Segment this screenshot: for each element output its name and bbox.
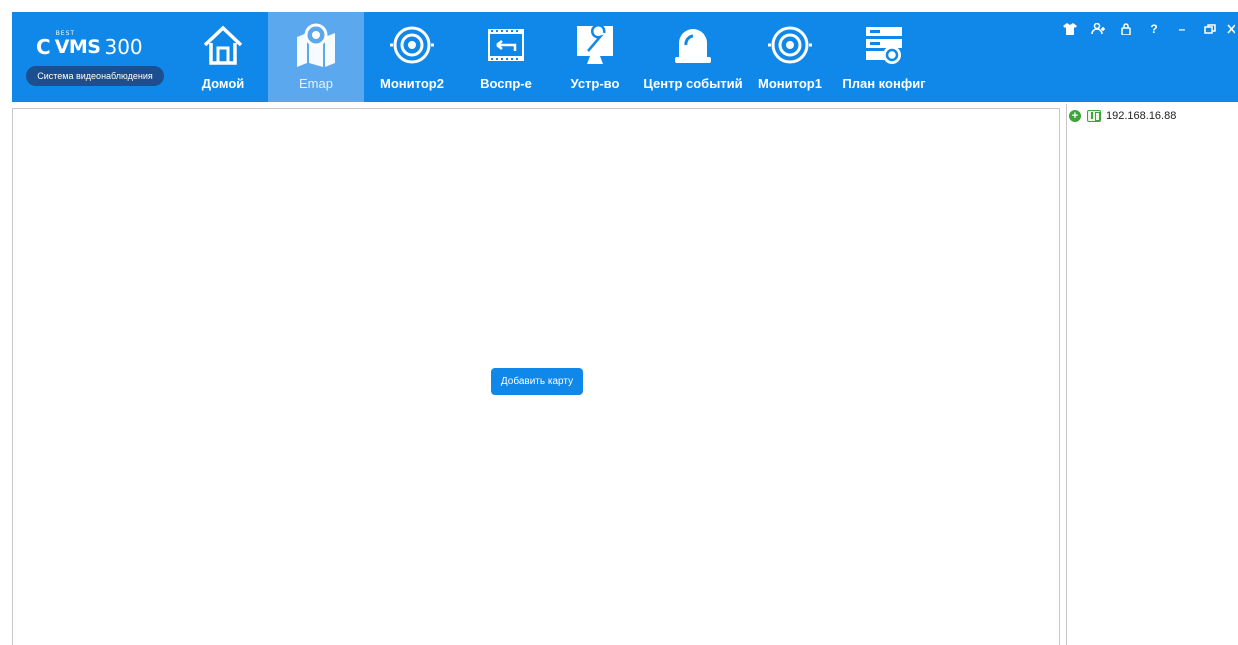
main-nav: Домой Emap Монитор2 Воспр-е Устр-во Цент… [178, 12, 936, 102]
emap-canvas[interactable]: Добавить карту [12, 108, 1060, 645]
top-toolbar: C BEST VMS 300 Система видеонаблюдения Д… [12, 12, 1238, 102]
restore-icon[interactable] [1196, 18, 1224, 40]
nav-item-monitor2[interactable]: Монитор2 [364, 12, 460, 102]
nav-label: План конфиг [842, 76, 926, 91]
wrench-monitor-icon [572, 22, 618, 68]
logo-best-text: BEST [55, 30, 76, 37]
close-icon[interactable] [1224, 18, 1238, 40]
nav-item-monitor1[interactable]: Монитор1 [748, 12, 832, 102]
logo-brand-text: VMS [54, 36, 101, 58]
help-glyph: ? [1150, 22, 1158, 36]
nav-item-schedule-config[interactable]: План конфиг [832, 12, 936, 102]
home-icon [200, 22, 246, 68]
logo-number: 300 [104, 35, 143, 59]
expand-plus-icon[interactable]: + [1069, 110, 1081, 122]
app-logo: C BEST VMS 300 Система видеонаблюдения [26, 26, 164, 86]
device-icon [1087, 110, 1101, 122]
nav-item-emap[interactable]: Emap [268, 12, 364, 102]
minimize-icon[interactable]: – [1168, 18, 1196, 40]
nav-label: Emap [299, 76, 333, 91]
shirt-icon[interactable] [1056, 18, 1084, 40]
nav-label: Центр событий [643, 76, 743, 91]
nav-label: Домой [201, 76, 245, 91]
user-switch-icon[interactable] [1084, 18, 1112, 40]
device-tree-item[interactable]: + 192.168.16.88 [1069, 108, 1176, 124]
nav-label: Монитор2 [380, 76, 444, 91]
nav-item-devices[interactable]: Устр-во [552, 12, 638, 102]
window-controls: ? – [1056, 18, 1238, 40]
playback-film-icon [483, 22, 529, 68]
alarm-bell-icon [670, 22, 716, 68]
map-pin-icon [293, 22, 339, 68]
nav-item-playback[interactable]: Воспр-е [460, 12, 552, 102]
camera-lens-icon [389, 22, 435, 68]
schedule-config-icon [861, 22, 907, 68]
nav-item-home[interactable]: Домой [178, 12, 268, 102]
nav-label: Устр-во [570, 76, 620, 91]
app-window: C BEST VMS 300 Система видеонаблюдения Д… [0, 0, 1238, 645]
logo-subtitle: Система видеонаблюдения [26, 66, 164, 86]
camera-lens-icon [767, 22, 813, 68]
device-ip-label: 192.168.16.88 [1106, 110, 1177, 122]
logo-c-icon: C [36, 35, 51, 59]
minimize-glyph: – [1178, 22, 1186, 36]
lock-icon[interactable] [1112, 18, 1140, 40]
logo-vms-text: BEST VMS [54, 30, 101, 58]
add-map-button[interactable]: Добавить карту [491, 368, 583, 395]
device-tree-panel: + 192.168.16.88 [1066, 104, 1238, 645]
logo-wordmark: C BEST VMS 300 [36, 30, 143, 62]
nav-item-event-center[interactable]: Центр событий [638, 12, 748, 102]
nav-label: Монитор1 [758, 76, 822, 91]
help-icon[interactable]: ? [1140, 18, 1168, 40]
nav-label: Воспр-е [480, 76, 532, 91]
